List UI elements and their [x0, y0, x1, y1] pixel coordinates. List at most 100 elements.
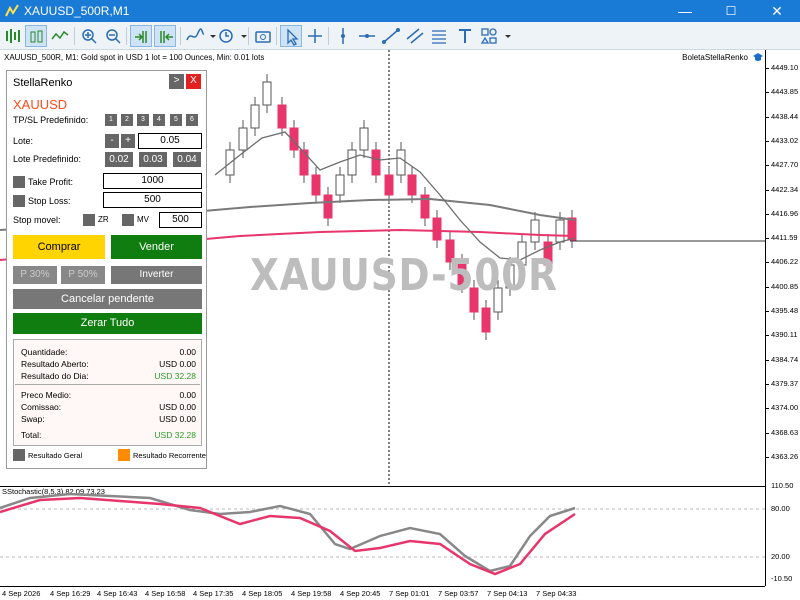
- bull-candle: [238, 127, 248, 151]
- chevron-down-icon[interactable]: [497, 25, 511, 47]
- price-label: 4433.02: [771, 135, 799, 145]
- chevron-down-icon[interactable]: [202, 25, 216, 47]
- info-value: USD 32.28: [154, 371, 196, 381]
- cursor-icon[interactable]: [280, 25, 302, 47]
- autoscroll-icon[interactable]: [130, 25, 152, 47]
- horizontal-line-icon[interactable]: [356, 25, 378, 47]
- price-label: 4374.00: [771, 403, 799, 413]
- tpsl-button-4[interactable]: 4: [153, 114, 165, 126]
- crosshair-icon[interactable]: [304, 25, 326, 47]
- legend-recorrente-swatch[interactable]: [118, 449, 130, 461]
- stop-movel-input[interactable]: 500: [159, 212, 202, 228]
- price-tick: [766, 189, 769, 191]
- minimize-button[interactable]: —: [662, 0, 708, 22]
- time-label: 7 Sep 03:57: [438, 589, 479, 598]
- price-tick: [766, 92, 769, 94]
- time-label: 4 Sep 16:58: [145, 589, 186, 598]
- zr-checkbox[interactable]: [83, 214, 95, 226]
- buy-button[interactable]: Comprar: [13, 235, 105, 259]
- stochastic-main-line: [0, 492, 576, 573]
- zoom-in-icon[interactable]: [78, 25, 100, 47]
- tpsl-button-3[interactable]: 3: [137, 114, 149, 126]
- close-button[interactable]: ✕: [754, 0, 800, 22]
- symbol-label: XAUUSD: [13, 97, 68, 112]
- panel-close-button[interactable]: X: [186, 74, 201, 89]
- bull-candle: [396, 149, 406, 176]
- lote-pre-button-3[interactable]: 0.04: [173, 152, 201, 167]
- app-icon: [5, 4, 19, 17]
- bear-candle: [407, 174, 417, 196]
- mv-checkbox[interactable]: [122, 214, 134, 226]
- info-row-dia: Resultado do Dia: USD 32.28: [21, 371, 196, 381]
- chart-shift-icon[interactable]: [154, 25, 176, 47]
- price-label: 4416.96: [771, 208, 799, 218]
- trendline-icon[interactable]: [380, 25, 402, 47]
- line-chart-icon[interactable]: [49, 25, 71, 47]
- legend-geral-label: Resultado Geral: [28, 451, 83, 460]
- partial-50-button[interactable]: P 50%: [61, 266, 105, 284]
- time-label: 4 Sep 20:45: [340, 589, 381, 598]
- bear-candle: [323, 194, 333, 219]
- info-label: Quantidade:: [21, 347, 68, 357]
- bull-candle: [262, 81, 272, 106]
- price-label: 4411.59: [771, 233, 798, 243]
- stop-loss-input[interactable]: 500: [103, 192, 202, 208]
- lote-pre-button-1[interactable]: 0.02: [105, 152, 133, 167]
- bull-candle: [335, 174, 345, 196]
- text-icon[interactable]: [454, 25, 476, 47]
- vertical-line-icon[interactable]: [332, 25, 354, 47]
- channel-icon[interactable]: [404, 25, 426, 47]
- window-titlebar: XAUUSD_500R,M1 — ☐ ✕: [0, 0, 800, 22]
- info-value: USD 0.00: [159, 359, 196, 369]
- tpsl-button-5[interactable]: 5: [170, 114, 182, 126]
- fibonacci-icon[interactable]: [428, 25, 450, 47]
- zoom-out-icon[interactable]: [102, 25, 124, 47]
- take-profit-checkbox[interactable]: [13, 176, 25, 188]
- bear-candle: [432, 217, 442, 241]
- close-all-button[interactable]: Zerar Tudo: [13, 313, 202, 334]
- lote-plus-button[interactable]: +: [121, 134, 135, 148]
- price-label: 4400.85: [771, 281, 799, 291]
- price-label: 4384.74: [771, 354, 799, 364]
- oscillator-axis: 110.50 80.00 20.00 -10.50: [765, 481, 800, 586]
- take-profit-input[interactable]: 1000: [103, 173, 202, 189]
- panel-title: StellaRenko: [13, 77, 73, 89]
- info-value: USD 32.28: [154, 430, 196, 440]
- chevron-down-icon[interactable]: [233, 25, 247, 47]
- screenshot-icon[interactable]: [252, 25, 274, 47]
- tpsl-button-1[interactable]: 1: [105, 114, 117, 126]
- lote-input[interactable]: 0.05: [138, 133, 202, 149]
- new-chart-icon[interactable]: [2, 25, 24, 47]
- time-label: 4 Sep 16:43: [97, 589, 138, 598]
- ma-fast-line: [214, 131, 576, 261]
- info-row-total: Total: USD 32.28: [21, 430, 196, 440]
- maximize-button[interactable]: ☐: [708, 0, 754, 22]
- info-value: USD 0.00: [159, 414, 196, 424]
- time-axis: 4 Sep 2026 4 Sep 16:29 4 Sep 16:43 4 Sep 16…: [0, 586, 765, 600]
- stop-movel-label: Stop movel:: [13, 215, 61, 225]
- cancel-pending-button[interactable]: Cancelar pendente: [13, 289, 202, 309]
- lote-minus-button[interactable]: -: [105, 134, 119, 148]
- legend-geral-swatch[interactable]: [13, 449, 25, 461]
- panel-minimize-button[interactable]: >: [169, 74, 184, 89]
- price-tick: [766, 238, 769, 240]
- price-label: 4390.11: [771, 330, 798, 340]
- candles-icon[interactable]: [25, 25, 47, 47]
- stop-loss-label: Stop Loss:: [28, 196, 71, 206]
- time-label: 7 Sep 04:33: [536, 589, 577, 598]
- bull-candle: [359, 127, 369, 151]
- price-label: 4422.34: [771, 184, 799, 194]
- stop-loss-checkbox[interactable]: [13, 195, 25, 207]
- lote-pre-button-2[interactable]: 0.03: [139, 152, 167, 167]
- sell-button[interactable]: Vender: [111, 235, 202, 259]
- price-tick: [766, 359, 769, 361]
- bull-candle: [555, 219, 565, 243]
- time-label: 4 Sep 16:29: [50, 589, 91, 598]
- partial-30-button[interactable]: P 30%: [13, 266, 57, 284]
- tpsl-button-6[interactable]: 6: [186, 114, 198, 126]
- price-tick: [766, 262, 769, 264]
- info-divider: [15, 384, 200, 385]
- tpsl-button-2[interactable]: 2: [121, 114, 133, 126]
- info-label: Total:: [21, 430, 42, 440]
- invert-button[interactable]: Inverter: [111, 266, 202, 284]
